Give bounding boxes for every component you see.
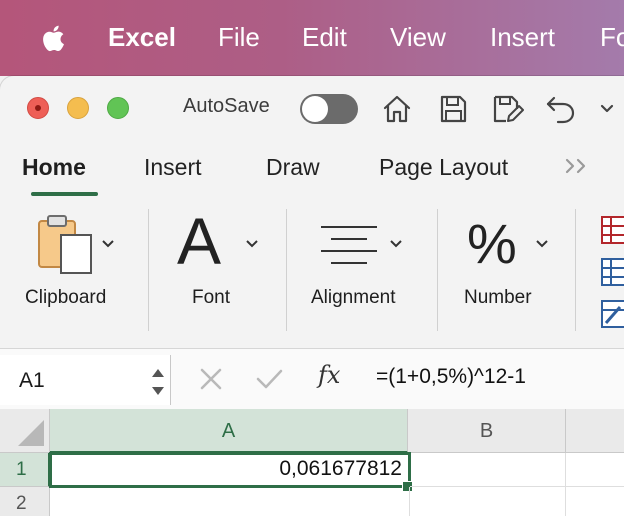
font-label: Font xyxy=(192,287,231,308)
clipboard-label: Clipboard xyxy=(25,287,107,308)
undo-icon[interactable] xyxy=(544,92,578,126)
alignment-chevron-down-icon[interactable] xyxy=(390,235,402,248)
menu-view[interactable]: View xyxy=(390,22,446,52)
ribbon: Clipboard A Font Alignment % Number xyxy=(0,201,624,341)
formula-input[interactable]: =(1+0,5%)^12-1 xyxy=(376,365,526,389)
ribbon-divider xyxy=(575,209,576,331)
zoom-window-button[interactable] xyxy=(107,97,129,119)
apple-menu-icon[interactable] xyxy=(40,22,70,54)
cancel-edit-close-icon[interactable] xyxy=(196,364,226,394)
conditional-formatting-icon[interactable] xyxy=(600,215,624,245)
confirm-edit-check-icon[interactable] xyxy=(254,364,284,394)
tab-insert[interactable]: Insert xyxy=(144,154,202,181)
cell-a1[interactable]: 0,061677812 xyxy=(49,452,411,488)
menu-app-excel[interactable]: Excel xyxy=(108,22,176,52)
macos-menubar: Excel File Edit View Insert Fo xyxy=(0,0,624,76)
tab-draw[interactable]: Draw xyxy=(266,154,320,181)
menu-insert[interactable]: Insert xyxy=(490,22,555,52)
menu-format[interactable]: Fo xyxy=(600,22,624,52)
cell-c1[interactable] xyxy=(566,453,624,487)
name-box[interactable]: A1 xyxy=(0,355,171,405)
save-icon[interactable] xyxy=(436,92,470,126)
percent-icon[interactable]: % xyxy=(467,211,517,277)
select-all-triangle-icon xyxy=(18,420,44,446)
active-tab-indicator xyxy=(31,192,98,196)
formula-bar: A1 fx =(1+0,5%)^12-1 xyxy=(0,348,624,410)
save-as-icon[interactable] xyxy=(490,92,524,126)
clipboard-paste-icon[interactable] xyxy=(34,213,96,275)
undo-dropdown-chevron-down-icon[interactable] xyxy=(590,92,614,126)
column-header-b[interactable]: B xyxy=(408,409,566,453)
cell-b1[interactable] xyxy=(410,453,566,487)
column-header-c[interactable] xyxy=(566,409,624,453)
font-glyph-icon[interactable]: A xyxy=(177,203,221,279)
font-chevron-down-icon[interactable] xyxy=(246,235,258,248)
clipboard-chevron-down-icon[interactable] xyxy=(102,235,114,248)
menu-file[interactable]: File xyxy=(218,22,260,52)
number-chevron-down-icon[interactable] xyxy=(536,235,548,248)
font-group[interactable]: A Font xyxy=(149,201,286,336)
autosave-label: AutoSave xyxy=(183,95,270,117)
autosave-toggle-knob xyxy=(302,96,328,122)
row-header-1[interactable]: 1 xyxy=(0,453,50,487)
autosave-toggle[interactable] xyxy=(300,94,358,124)
clipboard-group[interactable]: Clipboard xyxy=(0,201,148,336)
close-window-button[interactable] xyxy=(27,97,49,119)
format-as-table-icon[interactable] xyxy=(600,257,624,287)
number-group[interactable]: % Number xyxy=(438,201,575,336)
number-label: Number xyxy=(464,287,532,308)
cell-styles-icon[interactable] xyxy=(600,299,624,329)
tab-page-layout[interactable]: Page Layout xyxy=(379,154,508,181)
align-center-icon[interactable] xyxy=(319,223,379,265)
name-box-stepper-icon[interactable] xyxy=(148,361,168,401)
tab-home[interactable]: Home xyxy=(22,154,86,181)
name-box-value: A1 xyxy=(19,369,45,392)
window-titlebar: AutoSave xyxy=(0,76,624,136)
home-icon[interactable] xyxy=(380,92,414,126)
excel-window: AutoSave Home Insert Draw Page Layout Cl… xyxy=(0,76,624,516)
minimize-window-button[interactable] xyxy=(67,97,89,119)
alignment-label: Alignment xyxy=(311,287,396,308)
worksheet-grid: A B 1 2 0,061677812 xyxy=(0,409,624,516)
insert-function-fx-icon[interactable]: fx xyxy=(318,361,340,389)
alignment-group[interactable]: Alignment xyxy=(287,201,437,336)
more-tabs-chevron-icon[interactable] xyxy=(563,156,593,176)
select-all-corner[interactable] xyxy=(0,409,50,453)
column-header-a[interactable]: A xyxy=(50,409,408,453)
menu-edit[interactable]: Edit xyxy=(302,22,347,52)
